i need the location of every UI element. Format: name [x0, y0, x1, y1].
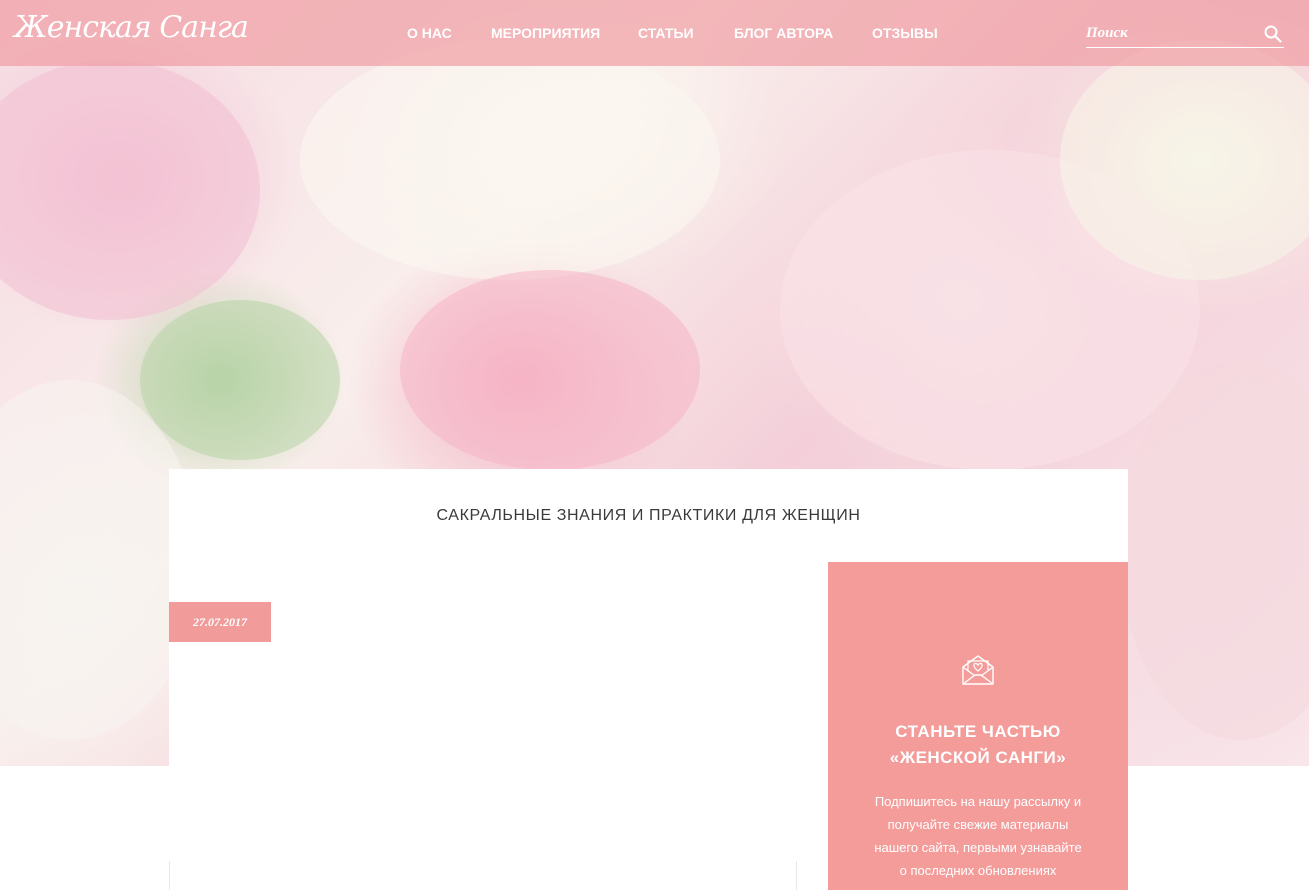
site-header: Женская Санга О НАС МЕРОПРИЯТИЯ СТАТЬИ Б…	[0, 0, 1309, 66]
nav-item-about[interactable]: О НАС	[407, 25, 452, 41]
subscribe-title-line: СТАНЬТЕ ЧАСТЬЮ	[895, 722, 1061, 741]
hero-petal	[400, 270, 700, 470]
page-title: САКРАЛЬНЫЕ ЗНАНИЯ И ПРАКТИКИ ДЛЯ ЖЕНЩИН	[436, 507, 861, 524]
post-date-badge: 27.07.2017	[169, 602, 271, 642]
content-divider	[796, 861, 797, 890]
subscribe-text-line: нашего сайта, первыми узнавайте	[874, 840, 1082, 855]
hero-petal	[1120, 360, 1309, 740]
nav-item-reviews[interactable]: ОТЗЫВЫ	[872, 25, 938, 41]
subscribe-title-line: «ЖЕНСКОЙ САНГИ»	[889, 748, 1067, 767]
subscribe-title: СТАНЬТЕ ЧАСТЬЮ «ЖЕНСКОЙ САНГИ»	[828, 719, 1128, 771]
search-box	[1086, 22, 1284, 48]
subscribe-description: Подпишитесь на нашу рассылку и получайте…	[858, 790, 1098, 882]
content-divider	[169, 861, 170, 890]
nav-item-author-blog[interactable]: БЛОГ АВТОРА	[734, 25, 833, 41]
search-input[interactable]	[1086, 22, 1256, 44]
site-logo[interactable]: Женская Санга	[14, 10, 249, 45]
subscribe-text-line: Подпишитесь на нашу рассылку и	[874, 794, 1082, 809]
search-icon[interactable]	[1264, 25, 1282, 43]
heart-envelope-icon	[962, 655, 994, 685]
hero-petal	[300, 40, 720, 280]
nav-item-articles[interactable]: СТАТЬИ	[638, 25, 694, 41]
hero-petal	[0, 60, 260, 320]
subscribe-widget: СТАНЬТЕ ЧАСТЬЮ «ЖЕНСКОЙ САНГИ» Подпишите…	[828, 562, 1128, 890]
subscribe-text-line: получайте свежие материалы	[887, 817, 1069, 832]
nav-item-events[interactable]: МЕРОПРИЯТИЯ	[491, 25, 600, 41]
subscribe-text-line: о последних обновлениях	[899, 863, 1057, 878]
hero-leaf	[140, 300, 340, 460]
